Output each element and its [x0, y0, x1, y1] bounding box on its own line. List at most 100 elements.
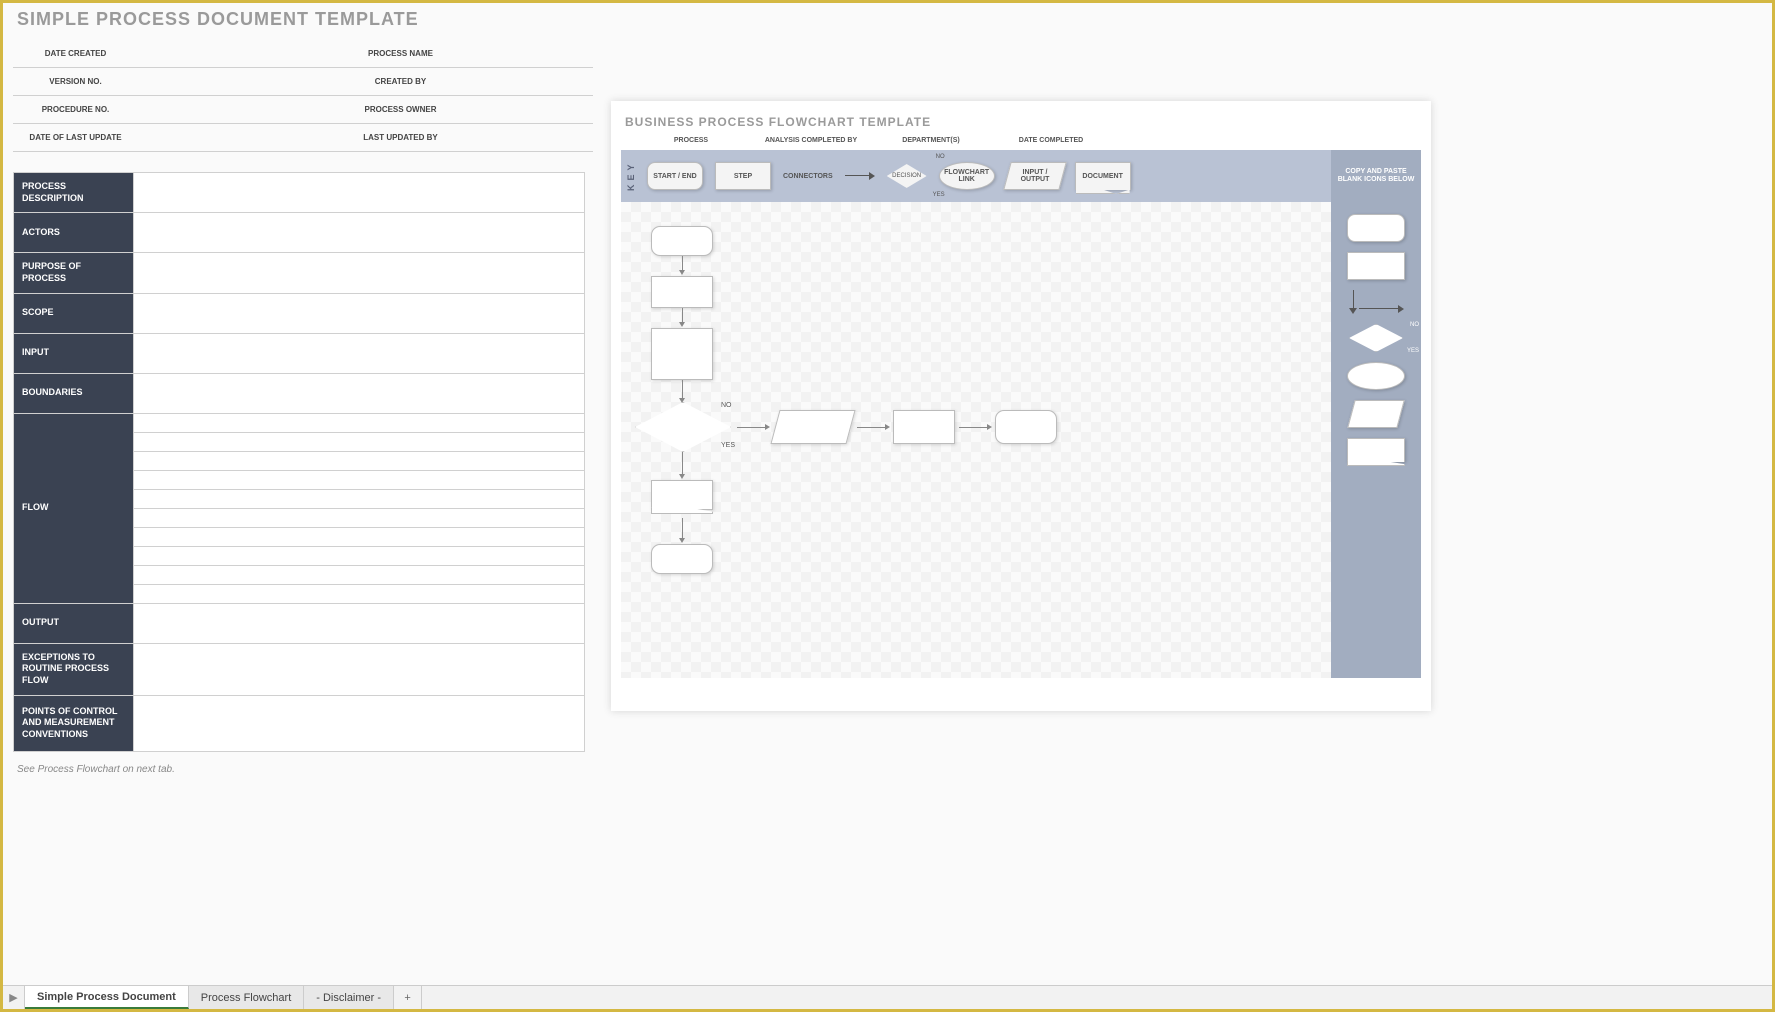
- row-val-output[interactable]: [134, 603, 585, 643]
- col-departments: DEPARTMENT(S): [871, 137, 991, 144]
- canvas-process-node[interactable]: [651, 328, 713, 380]
- row-val-input[interactable]: [134, 333, 585, 373]
- row-val-flow-10[interactable]: [134, 584, 585, 603]
- label-date-created: DATE CREATED: [13, 40, 138, 68]
- col-analysis: ANALYSIS COMPLETED BY: [751, 137, 871, 144]
- sheet-tabs: ▶ Simple Process Document Process Flowch…: [3, 985, 1772, 1009]
- canvas-io-node[interactable]: [770, 410, 855, 444]
- row-val-description[interactable]: [134, 173, 585, 213]
- palette-connector-icon[interactable]: [1349, 290, 1403, 314]
- row-val-flow-6[interactable]: [134, 508, 585, 527]
- process-document: SIMPLE PROCESS DOCUMENT TEMPLATE DATE CR…: [13, 9, 593, 775]
- row-val-flow-4[interactable]: [134, 470, 585, 489]
- row-label-description: PROCESS DESCRIPTION: [14, 173, 134, 213]
- field-procedure-no[interactable]: [138, 96, 338, 124]
- canvas-arrow: [682, 452, 683, 474]
- process-table: PROCESS DESCRIPTION ACTORS PURPOSE OF PR…: [13, 172, 585, 752]
- flowchart-key-bar: KEY START / END STEP CONNECTORS DECISION…: [621, 150, 1421, 202]
- field-date-created[interactable]: [138, 40, 338, 68]
- row-val-flow-5[interactable]: [134, 489, 585, 508]
- field-process-name[interactable]: [463, 40, 593, 68]
- label-process-owner: PROCESS OWNER: [338, 96, 463, 124]
- palette-terminator-icon[interactable]: [1347, 214, 1405, 242]
- flowchart-title: BUSINESS PROCESS FLOWCHART TEMPLATE: [621, 115, 1421, 129]
- canvas-arrow: [682, 256, 683, 270]
- flowchart-column-headers: PROCESS ANALYSIS COMPLETED BY DEPARTMENT…: [621, 137, 1121, 150]
- row-val-boundaries[interactable]: [134, 373, 585, 413]
- palette-process-icon[interactable]: [1347, 252, 1405, 280]
- canvas-document-node[interactable]: [651, 480, 713, 510]
- canvas-process-node[interactable]: [651, 276, 713, 308]
- palette-ellipse-icon[interactable]: [1347, 362, 1405, 390]
- row-label-exceptions: EXCEPTIONS TO ROUTINE PROCESS FLOW: [14, 643, 134, 695]
- row-label-boundaries: BOUNDARIES: [14, 373, 134, 413]
- canvas-arrow: [737, 427, 765, 428]
- key-label: KEY: [621, 150, 641, 202]
- row-val-flow-1[interactable]: [134, 413, 585, 432]
- doc-title: SIMPLE PROCESS DOCUMENT TEMPLATE: [13, 9, 593, 30]
- tab-disclaimer[interactable]: - Disclaimer -: [304, 986, 394, 1009]
- label-last-updated-by: LAST UPDATED BY: [338, 124, 463, 152]
- row-val-flow-8[interactable]: [134, 546, 585, 565]
- label-process-name: PROCESS NAME: [338, 40, 463, 68]
- canvas-process-node[interactable]: [893, 410, 955, 444]
- field-created-by[interactable]: [463, 68, 593, 96]
- row-label-input: INPUT: [14, 333, 134, 373]
- row-val-flow-3[interactable]: [134, 451, 585, 470]
- decision-icon: [887, 164, 927, 188]
- decision-no-label: NO: [721, 402, 732, 409]
- label-date-last-update: DATE OF LAST UPDATE: [13, 124, 138, 152]
- decision-yes-label: YES: [721, 442, 735, 449]
- row-label-purpose: PURPOSE OF PROCESS: [14, 253, 134, 293]
- canvas-arrow: [682, 308, 683, 322]
- palette-document-icon[interactable]: [1347, 438, 1405, 462]
- palette-decision-wrap[interactable]: NO YES: [1349, 324, 1403, 352]
- field-last-updated-by[interactable]: [463, 124, 593, 152]
- field-version-no[interactable]: [138, 68, 338, 96]
- row-val-flow-7[interactable]: [134, 527, 585, 546]
- io-icon: INPUT / OUTPUT: [1003, 162, 1067, 190]
- flowchart-body: NO YES NO YES: [621, 202, 1421, 678]
- connectors-key: CONNECTORS: [783, 173, 833, 180]
- canvas-decision-node[interactable]: [635, 402, 731, 452]
- canvas-arrow: [682, 518, 683, 538]
- row-val-flow-2[interactable]: [134, 432, 585, 451]
- col-process: PROCESS: [631, 137, 751, 144]
- canvas-terminator-node[interactable]: [651, 544, 713, 574]
- label-created-by: CREATED BY: [338, 68, 463, 96]
- canvas-terminator-node[interactable]: [995, 410, 1057, 444]
- row-val-flow-9[interactable]: [134, 565, 585, 584]
- tab-simple-process-document[interactable]: Simple Process Document: [25, 986, 189, 1009]
- terminator-icon: START / END: [647, 162, 703, 190]
- blank-icons-label: COPY AND PASTE BLANK ICONS BELOW: [1331, 150, 1421, 202]
- tab-process-flowchart[interactable]: Process Flowchart: [189, 986, 304, 1009]
- row-val-actors[interactable]: [134, 213, 585, 253]
- row-label-actors: ACTORS: [14, 213, 134, 253]
- field-process-owner[interactable]: [463, 96, 593, 124]
- add-sheet-button[interactable]: +: [394, 986, 422, 1009]
- tab-nav-prev[interactable]: ▶: [3, 986, 25, 1009]
- doc-footnote: See Process Flowchart on next tab.: [13, 764, 593, 775]
- process-step-icon: STEP: [715, 162, 771, 190]
- canvas-terminator-node[interactable]: [651, 226, 713, 256]
- decision-key: DECISION NO YES: [881, 164, 933, 188]
- row-val-exceptions[interactable]: [134, 643, 585, 695]
- doc-header-grid: DATE CREATED PROCESS NAME VERSION NO. CR…: [13, 40, 593, 152]
- label-version-no: VERSION NO.: [13, 68, 138, 96]
- palette-decision-icon: [1349, 324, 1403, 352]
- row-val-points[interactable]: [134, 695, 585, 751]
- row-label-flow: FLOW: [14, 413, 134, 603]
- document-icon: DOCUMENT: [1075, 162, 1131, 190]
- canvas-arrow: [857, 427, 885, 428]
- col-date: DATE COMPLETED: [991, 137, 1111, 144]
- row-val-scope[interactable]: [134, 293, 585, 333]
- palette-io-icon[interactable]: [1347, 400, 1405, 428]
- field-date-last-update[interactable]: [138, 124, 338, 152]
- flowchart-canvas[interactable]: NO YES: [621, 202, 1331, 678]
- arrow-icon: [845, 172, 875, 180]
- flowchart-panel: BUSINESS PROCESS FLOWCHART TEMPLATE PROC…: [611, 101, 1431, 711]
- canvas-arrow: [959, 427, 987, 428]
- canvas-arrow: [682, 380, 683, 398]
- row-val-purpose[interactable]: [134, 253, 585, 293]
- flowchart-link-icon: FLOWCHART LINK: [939, 162, 995, 190]
